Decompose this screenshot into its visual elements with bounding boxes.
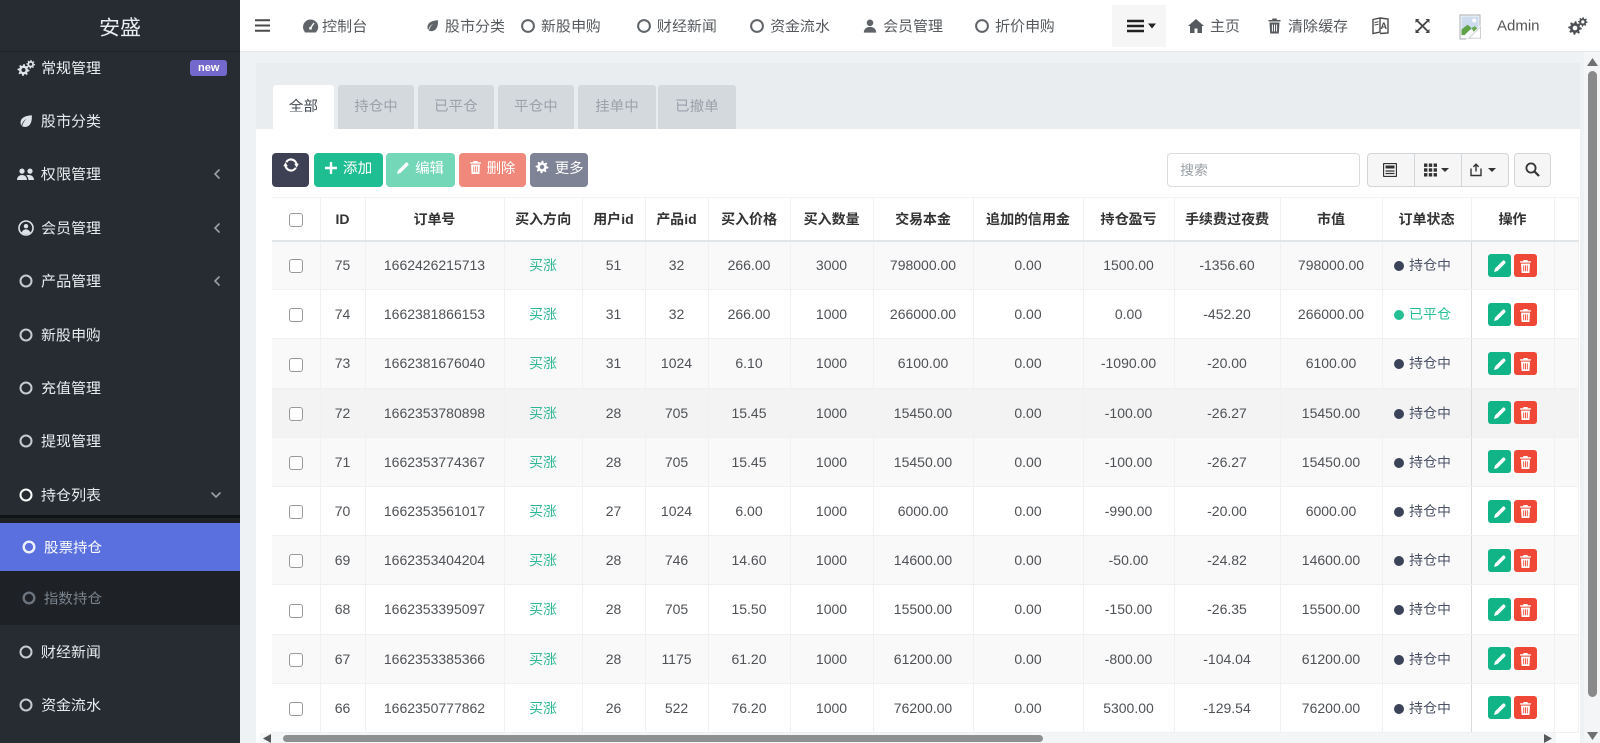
svg-text:A: A	[1381, 21, 1388, 31]
